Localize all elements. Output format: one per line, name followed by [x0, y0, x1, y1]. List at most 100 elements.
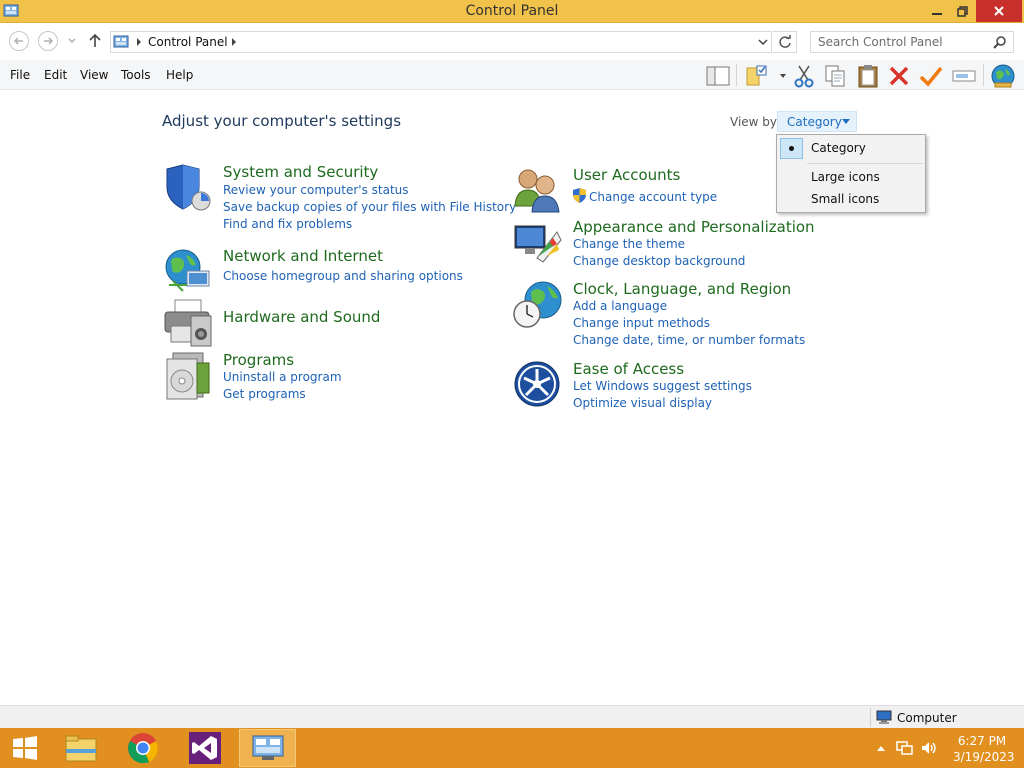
category-title[interactable]: System and Security: [223, 163, 378, 181]
arrow-left-icon: [13, 37, 23, 45]
chevron-down-icon[interactable]: [757, 37, 769, 47]
category-title[interactable]: Programs: [223, 351, 294, 369]
refresh-button[interactable]: [773, 31, 797, 53]
category-link[interactable]: Uninstall a program: [223, 370, 342, 384]
copy-button[interactable]: [822, 63, 848, 89]
delete-button[interactable]: [886, 63, 912, 89]
category-link[interactable]: Change the theme: [573, 237, 685, 251]
minimize-button[interactable]: [925, 0, 949, 22]
menu-tools[interactable]: Tools: [121, 68, 151, 82]
show-hidden-icons-button[interactable]: [873, 728, 889, 768]
cut-button[interactable]: [791, 63, 817, 89]
chevron-down-icon: [780, 74, 786, 78]
properties-check-icon: [919, 66, 943, 87]
computer-icon: [876, 710, 892, 724]
forward-button[interactable]: [38, 31, 58, 51]
category-title[interactable]: Network and Internet: [223, 247, 383, 265]
network-button[interactable]: [990, 63, 1016, 89]
menu-separator: [807, 163, 923, 164]
close-icon: [994, 6, 1004, 16]
network-icon: [165, 249, 210, 292]
category-link[interactable]: Get programs: [223, 387, 306, 401]
search-input[interactable]: [811, 32, 991, 52]
control-panel-icon: [113, 35, 129, 48]
folder-options-icon: [746, 65, 767, 86]
volume-icon: [922, 742, 936, 754]
title-bar: Control Panel: [0, 0, 1024, 23]
category-link[interactable]: Add a language: [573, 299, 667, 313]
uac-shield-icon: [573, 188, 586, 203]
menu-file[interactable]: File: [10, 68, 30, 82]
network-tray-button[interactable]: [894, 728, 916, 768]
rename-button[interactable]: [951, 63, 977, 89]
file-explorer-icon: [65, 735, 97, 762]
category-title[interactable]: User Accounts: [573, 166, 680, 184]
layout-pane-button[interactable]: [705, 63, 731, 89]
restore-button[interactable]: [950, 0, 974, 22]
menu-option-category[interactable]: Category: [811, 141, 866, 155]
status-divider: [870, 708, 871, 727]
category-link[interactable]: Review your computer's status: [223, 183, 409, 197]
paste-button[interactable]: [855, 63, 881, 89]
view-by-dropdown[interactable]: Category: [777, 111, 857, 132]
rename-icon: [952, 70, 976, 82]
selected-bullet-icon: [780, 138, 803, 159]
view-by-label: View by:: [730, 115, 781, 129]
menu-edit[interactable]: Edit: [44, 68, 67, 82]
toolbar-separator: [736, 64, 737, 86]
menu-help[interactable]: Help: [166, 68, 193, 82]
search-icon[interactable]: [993, 35, 1007, 49]
category-appearance-and-personalization: Appearance and Personalization Change th…: [513, 218, 843, 268]
printer-icon: [164, 299, 212, 347]
search-box[interactable]: [810, 31, 1014, 53]
properties-button[interactable]: [918, 63, 944, 89]
start-button[interactable]: [0, 729, 50, 767]
chevron-right-icon[interactable]: [135, 37, 143, 47]
category-title[interactable]: Hardware and Sound: [223, 308, 380, 326]
clock-globe-icon: [513, 281, 562, 328]
category-link[interactable]: Find and fix problems: [223, 217, 352, 231]
category-title[interactable]: Clock, Language, and Region: [573, 280, 791, 298]
category-title[interactable]: Appearance and Personalization: [573, 218, 815, 236]
category-link[interactable]: Change input methods: [573, 316, 710, 330]
chevron-up-icon: [877, 746, 885, 751]
page-title: Adjust your computer's settings: [162, 112, 402, 130]
visual-studio-taskbar-button[interactable]: [180, 729, 230, 767]
toolbar-separator: [983, 64, 984, 86]
programs-icon: [166, 352, 210, 400]
menu-view[interactable]: View: [80, 68, 108, 82]
address-bar[interactable]: Control Panel: [110, 31, 772, 53]
breadcrumb-control-panel[interactable]: Control Panel: [148, 35, 228, 49]
category-link[interactable]: Change desktop background: [573, 254, 745, 268]
taskbar: 6:27 PM 3/19/2023: [0, 728, 1024, 768]
up-arrow-icon[interactable]: [86, 32, 104, 50]
network-status-icon: [896, 741, 913, 755]
layout-pane-icon: [706, 66, 730, 86]
copy-icon: [825, 65, 845, 87]
folder-options-button[interactable]: [743, 63, 769, 89]
category-hardware-and-sound: Hardware and Sound: [163, 298, 493, 348]
view-by-menu: Category Large icons Small icons: [776, 134, 926, 213]
category-link[interactable]: Change date, time, or number formats: [573, 333, 805, 347]
menu-option-small-icons[interactable]: Small icons: [811, 192, 879, 206]
chevron-right-icon[interactable]: [230, 37, 238, 47]
address-row: Control Panel: [0, 23, 1024, 60]
category-programs: Programs Uninstall a program Get program…: [163, 351, 493, 406]
file-explorer-taskbar-button[interactable]: [56, 729, 106, 767]
recent-locations-chevron-icon[interactable]: [66, 34, 78, 46]
chrome-taskbar-button[interactable]: [118, 729, 168, 767]
close-button[interactable]: [976, 0, 1022, 22]
users-icon: [514, 169, 560, 213]
category-link[interactable]: Let Windows suggest settings: [573, 379, 752, 393]
category-title[interactable]: Ease of Access: [573, 360, 684, 378]
clock-date[interactable]: 3/19/2023: [953, 750, 1015, 764]
control-panel-taskbar-button[interactable]: [239, 729, 296, 767]
category-link[interactable]: Change account type: [589, 190, 717, 204]
volume-tray-button[interactable]: [918, 728, 940, 768]
clock-time[interactable]: 6:27 PM: [957, 734, 1007, 748]
category-link[interactable]: Save backup copies of your files with Fi…: [223, 200, 516, 214]
category-link[interactable]: Choose homegroup and sharing options: [223, 269, 463, 283]
menu-option-large-icons[interactable]: Large icons: [811, 170, 880, 184]
category-link[interactable]: Optimize visual display: [573, 396, 712, 410]
back-button[interactable]: [9, 31, 29, 51]
